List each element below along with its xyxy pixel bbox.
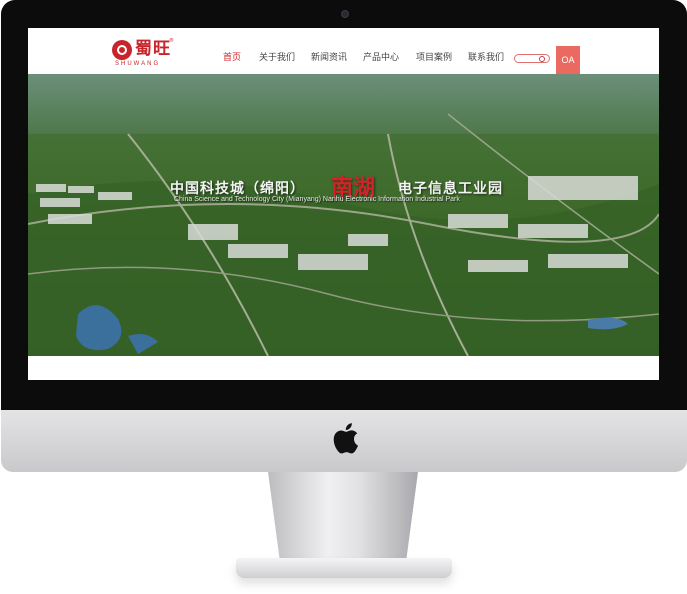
- monitor-stand-neck: [268, 472, 418, 562]
- page-bottom-strip: [28, 356, 659, 380]
- site-header: 蜀旺 ® SHUWANG 首页 关于我们 新闻资讯 产品中心 项目案例 联系我们…: [28, 28, 659, 74]
- camera-dot: [341, 10, 349, 18]
- banner-subtitle: China Science and Technology City (Miany…: [174, 196, 460, 203]
- logo-text: 蜀旺: [135, 39, 171, 59]
- banner-title-part2: 电子信息工业园: [398, 181, 503, 197]
- site-logo[interactable]: 蜀旺 ® SHUWANG: [112, 38, 174, 70]
- banner-title-part1: 中国科技城（绵阳）: [170, 181, 305, 197]
- logo-registered-mark: ®: [169, 38, 174, 44]
- search-input[interactable]: [514, 54, 550, 63]
- oa-button[interactable]: OA: [556, 46, 580, 74]
- hero-banner[interactable]: 中国科技城（绵阳） 南湖 电子信息工业园 China Science and T…: [28, 74, 659, 356]
- logo-emblem-icon: [112, 40, 132, 60]
- search-icon[interactable]: [539, 56, 545, 62]
- nav-item-products[interactable]: 产品中心: [363, 52, 399, 64]
- aerial-park-illustration: [28, 74, 659, 356]
- nav-item-cases[interactable]: 项目案例: [416, 52, 452, 64]
- nav-item-home[interactable]: 首页: [223, 52, 241, 64]
- monitor-stand-base: [236, 558, 452, 578]
- nav-item-about[interactable]: 关于我们: [259, 52, 295, 64]
- nav-item-news[interactable]: 新闻资讯: [311, 52, 347, 64]
- website-screen: 蜀旺 ® SHUWANG 首页 关于我们 新闻资讯 产品中心 项目案例 联系我们…: [28, 28, 659, 380]
- logo-subtext: SHUWANG: [115, 61, 161, 67]
- apple-logo-icon: [333, 423, 358, 454]
- monitor-chin: [1, 410, 687, 472]
- nav-item-contact[interactable]: 联系我们: [468, 52, 504, 64]
